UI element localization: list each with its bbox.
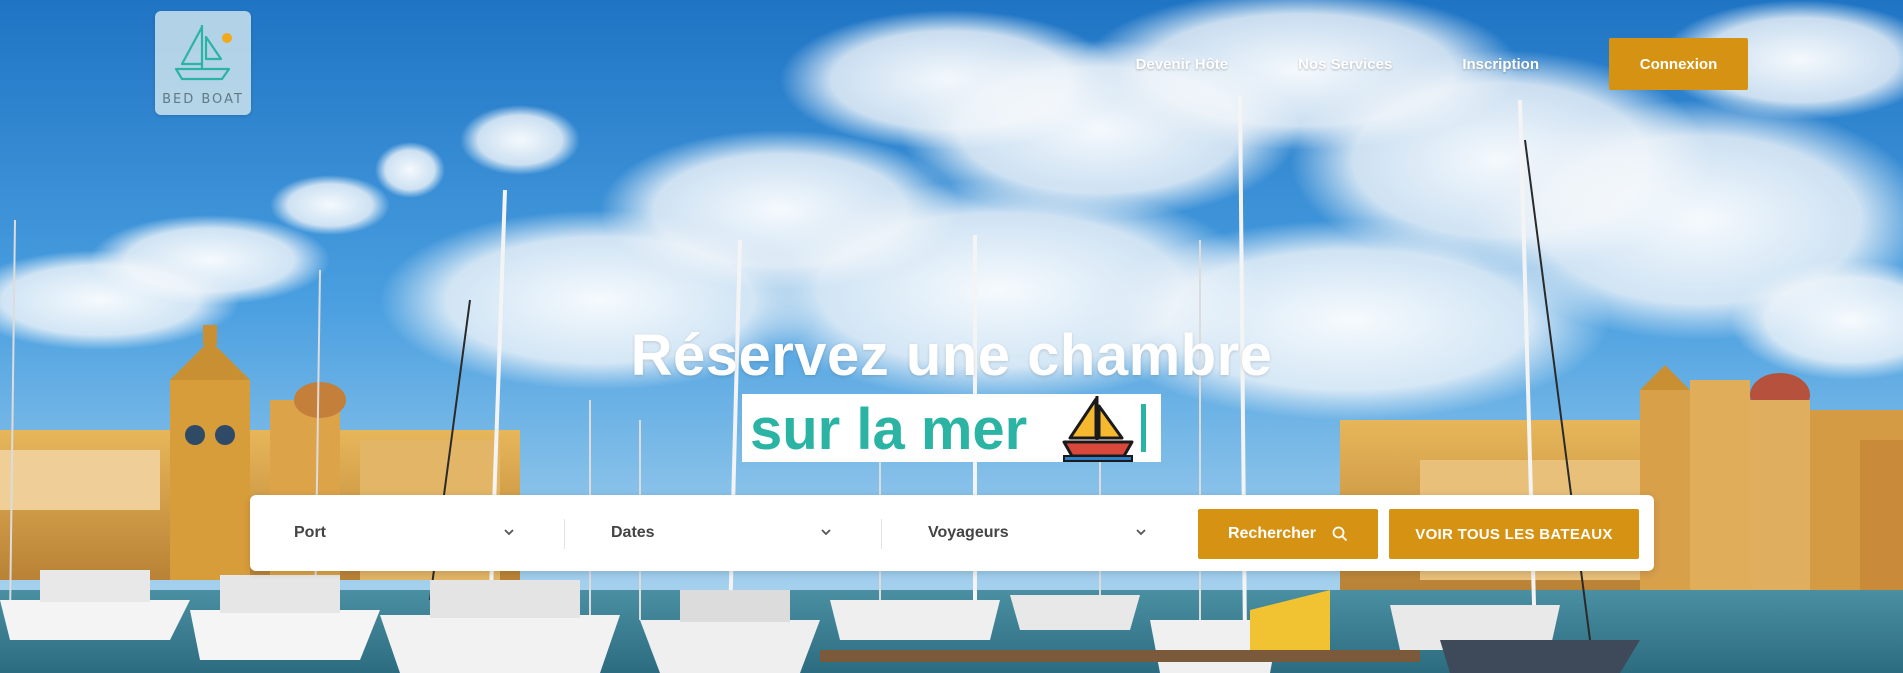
- brand-logo[interactable]: BED BOAT: [155, 11, 251, 115]
- field-divider: [881, 519, 882, 549]
- search-icon: [1332, 526, 1348, 542]
- typed-headline-box: sur la mer: [742, 394, 1161, 462]
- view-all-boats-button[interactable]: VOIR TOUS LES BATEAUX: [1389, 509, 1639, 559]
- port-label: Port: [294, 524, 326, 541]
- sailboat-icon: [1062, 396, 1134, 462]
- field-divider: [564, 519, 565, 549]
- nav-become-host[interactable]: Devenir Hôte: [1136, 56, 1229, 73]
- sailboat-logo-icon: [174, 25, 232, 81]
- travelers-select[interactable]: Voyageurs: [928, 495, 1158, 571]
- travelers-label: Voyageurs: [928, 524, 1009, 541]
- dates-label: Dates: [611, 524, 655, 541]
- typed-headline-text: sur la mer: [750, 397, 1028, 462]
- search-bar: Port Dates Voyageurs Rechercher VOIR TOU…: [250, 495, 1654, 571]
- login-button[interactable]: Connexion: [1609, 38, 1748, 90]
- chevron-down-icon[interactable]: [1135, 526, 1147, 538]
- chevron-down-icon[interactable]: [820, 526, 832, 538]
- port-select[interactable]: Port: [294, 495, 524, 571]
- hero-section: BED BOAT Devenir Hôte Nos Services Inscr…: [0, 0, 1903, 673]
- nav-our-services[interactable]: Nos Services: [1298, 56, 1392, 73]
- search-button[interactable]: Rechercher: [1198, 509, 1378, 559]
- brand-name: BED BOAT: [162, 92, 244, 107]
- nav-signup[interactable]: Inscription: [1462, 56, 1539, 73]
- search-button-label: Rechercher: [1227, 525, 1317, 542]
- chevron-down-icon[interactable]: [503, 526, 515, 538]
- typing-caret: [1141, 404, 1146, 452]
- hero-headline: Réservez une chambre: [630, 323, 1273, 388]
- main-nav: Devenir Hôte Nos Services Inscription Co…: [1136, 38, 1748, 90]
- dates-select[interactable]: Dates: [611, 495, 841, 571]
